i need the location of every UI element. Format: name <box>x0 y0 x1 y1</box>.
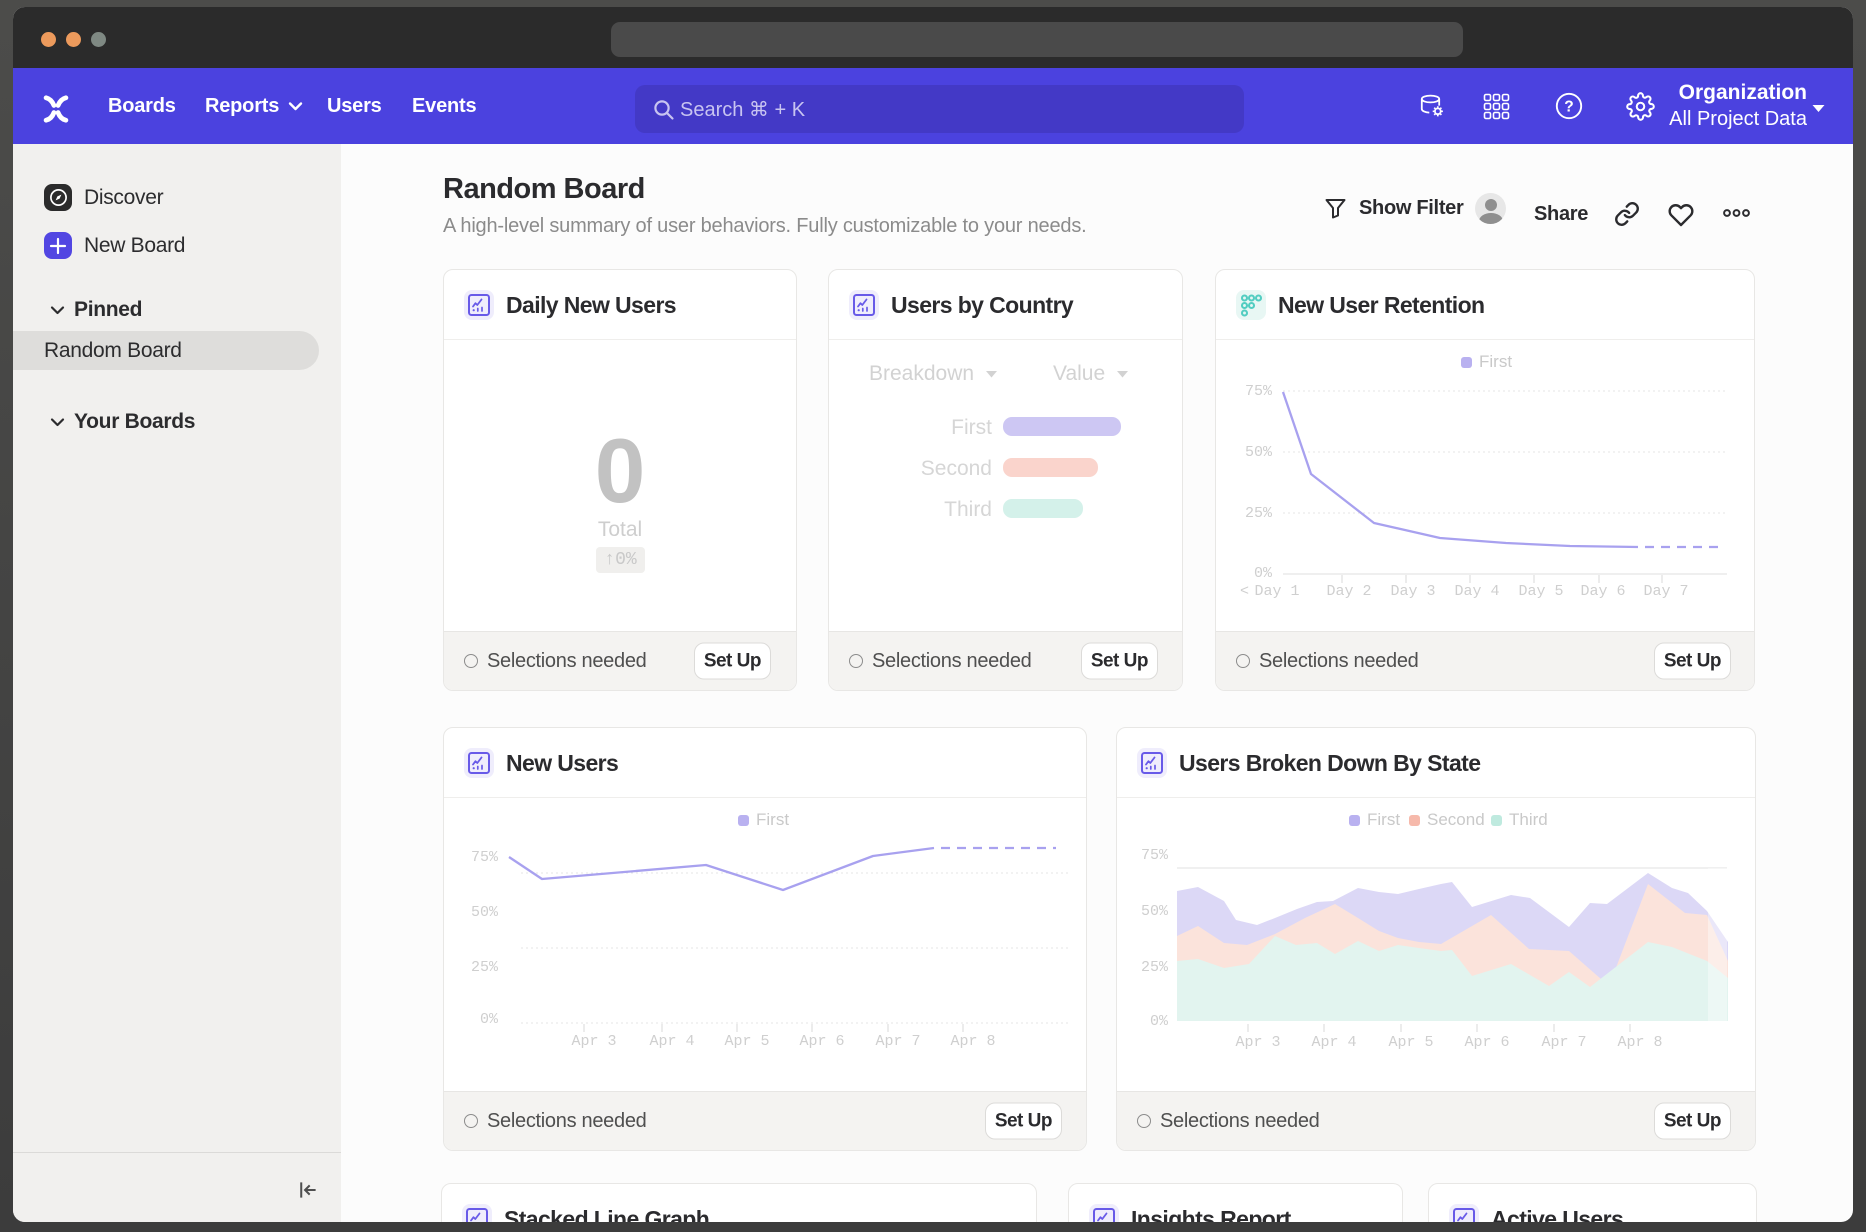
svg-text:?: ? <box>1564 99 1573 116</box>
